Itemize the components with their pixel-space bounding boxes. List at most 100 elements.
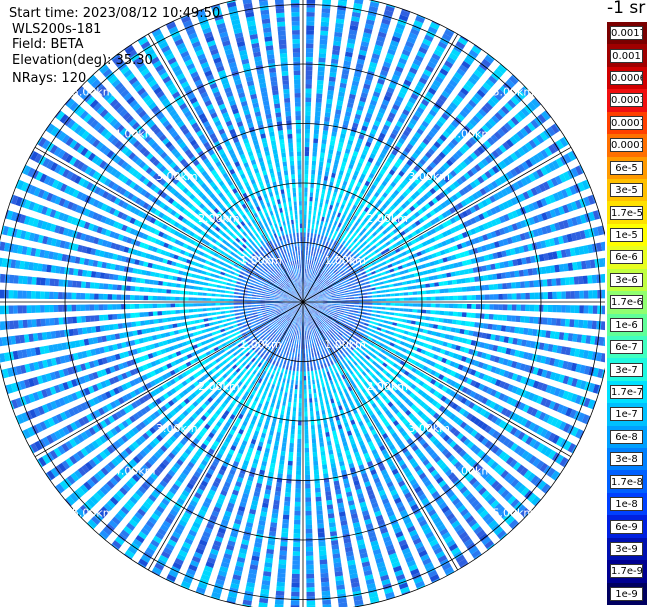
beta-bin <box>266 548 274 555</box>
beta-bin <box>291 420 296 426</box>
beta-bin <box>68 267 74 276</box>
beta-bin <box>13 305 18 314</box>
beta-bin <box>269 462 276 469</box>
beta-bin <box>307 371 310 376</box>
beta-bin <box>198 313 204 318</box>
beta-bin <box>17 290 23 299</box>
beta-bin <box>448 303 454 309</box>
beta-bin <box>280 541 288 547</box>
beta-bin <box>339 312 344 315</box>
beta-bin <box>347 314 353 318</box>
beta-bin <box>305 492 311 498</box>
beta-bin <box>305 519 312 525</box>
beta-bin <box>161 288 167 294</box>
beta-bin <box>272 449 278 455</box>
beta-bin <box>230 329 236 334</box>
beta-bin <box>270 308 275 311</box>
beta-bin <box>385 302 391 306</box>
beta-bin <box>319 563 328 569</box>
beta-bin <box>463 329 470 336</box>
beta-bin <box>149 279 155 285</box>
beta-bin <box>319 359 323 365</box>
beta-bin <box>316 505 323 511</box>
beta-bin <box>217 334 223 339</box>
beta-bin <box>297 353 300 358</box>
beta-bin <box>345 302 350 304</box>
beta-bin <box>304 420 308 426</box>
beta-bin <box>256 300 261 302</box>
beta-bin <box>305 533 313 538</box>
beta-bin <box>317 424 322 430</box>
beta-bin <box>313 302 319 304</box>
beta-bin <box>310 361 313 367</box>
beta-bin <box>297 429 302 435</box>
beta-bin <box>369 320 375 325</box>
beta-bin <box>49 278 55 286</box>
beta-bin <box>326 440 332 446</box>
beta-bin <box>322 304 328 306</box>
beta-bin <box>546 317 552 326</box>
beta-bin <box>131 276 137 283</box>
beta-bin <box>318 545 327 551</box>
beta-bin <box>269 388 274 394</box>
beta-bin <box>358 324 364 328</box>
beta-bin <box>257 313 263 316</box>
beta-bin <box>85 281 91 289</box>
beta-bin <box>301 335 303 340</box>
beta-bin <box>310 420 315 426</box>
beta-bin <box>166 289 172 294</box>
beta-bin <box>269 526 277 532</box>
beta-bin <box>296 470 301 475</box>
beta-bin <box>335 382 340 388</box>
beta-bin <box>328 449 334 455</box>
beta-bin <box>435 303 440 308</box>
beta-bin <box>313 460 319 466</box>
beta-bin <box>173 330 179 335</box>
beta-bin <box>317 387 322 393</box>
beta-bin <box>284 501 291 507</box>
beta-bin <box>112 294 117 300</box>
beta-bin <box>125 304 131 310</box>
beta-bin <box>103 314 109 321</box>
beta-bin <box>46 331 52 340</box>
beta-bin <box>235 316 241 320</box>
beta-bin <box>303 375 307 381</box>
beta-bin <box>161 310 167 316</box>
beta-bin <box>376 310 381 314</box>
beta-bin <box>13 275 19 284</box>
beta-bin <box>511 304 517 311</box>
beta-bin <box>315 492 322 498</box>
beta-bin <box>98 304 104 311</box>
beta-bin <box>289 351 292 357</box>
beta-bin <box>288 397 292 403</box>
beta-bin <box>90 271 97 278</box>
beta-bin <box>511 315 517 322</box>
beta-bin <box>238 274 244 278</box>
beta-bin <box>545 330 551 339</box>
beta-bin <box>363 322 369 327</box>
beta-bin <box>204 323 210 327</box>
beta-bin <box>277 468 284 474</box>
beta-bin <box>231 320 237 325</box>
beta-bin <box>304 425 309 430</box>
beta-bin <box>287 300 293 302</box>
beta-bin <box>403 303 409 307</box>
beta-bin <box>313 361 316 367</box>
beta-bin <box>344 309 350 312</box>
beta-bin <box>322 386 326 392</box>
beta-bin <box>80 316 86 323</box>
beta-bin <box>13 290 18 299</box>
beta-bin <box>284 369 288 375</box>
beta-bin <box>252 291 257 295</box>
beta-bin <box>280 317 285 322</box>
beta-bin <box>160 333 166 339</box>
beta-bin <box>301 326 303 331</box>
beta-bin <box>8 305 14 314</box>
beta-bin <box>252 312 258 315</box>
beta-bin <box>348 312 354 315</box>
beta-bin <box>533 316 539 324</box>
beta-bin <box>376 327 382 331</box>
beta-bin <box>211 293 216 297</box>
beta-bin <box>309 402 313 408</box>
beta-bin <box>82 269 88 277</box>
